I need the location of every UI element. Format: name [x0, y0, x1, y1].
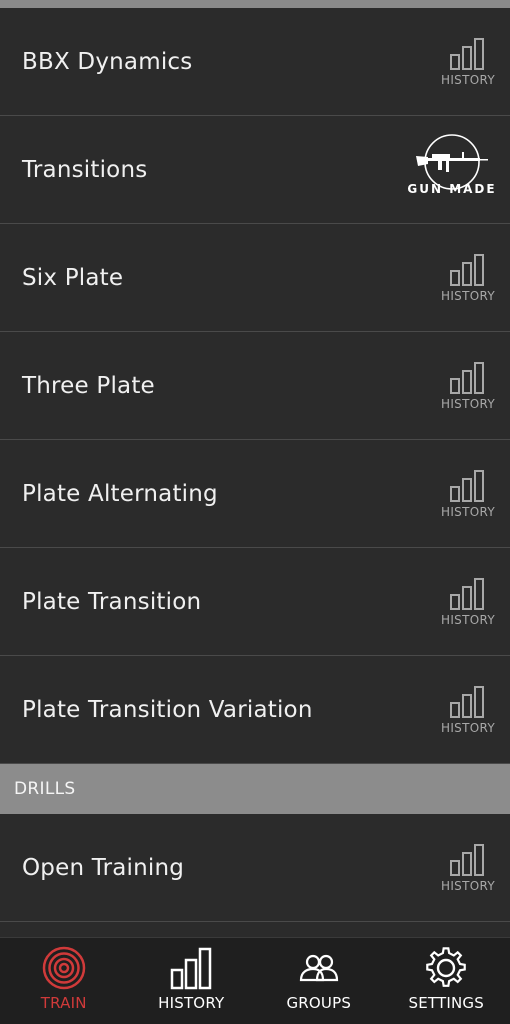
gear-icon [426, 947, 467, 987]
bar-chart-icon [450, 577, 484, 610]
target-icon [42, 946, 85, 990]
list-item-plate-alternating[interactable]: Plate Alternating HISTORY [0, 440, 510, 548]
history-label: HISTORY [441, 612, 495, 627]
history-label: HISTORY [441, 720, 495, 735]
section-header-drills: DRILLS [0, 764, 510, 814]
list-item-plate-transition-variation[interactable]: Plate Transition Variation HISTORY [0, 656, 510, 764]
list-item-three-plate[interactable]: Three Plate HISTORY [0, 332, 510, 440]
bar-chart-icon [450, 253, 484, 286]
list-item-label: Plate Transition [22, 588, 202, 615]
history-button[interactable]: HISTORY [440, 683, 496, 737]
tab-groups[interactable]: GROUPS [255, 938, 383, 1024]
bottom-nav: TRAIN HISTORY GROUPS SETTINGS [0, 937, 510, 1024]
tab-groups-label: GROUPS [286, 994, 352, 1012]
list-item-label: Three Plate [22, 372, 155, 399]
history-label: HISTORY [441, 878, 495, 893]
history-label: HISTORY [441, 396, 495, 411]
history-button[interactable]: HISTORY [440, 35, 496, 89]
list-item-transitions[interactable]: Transitions GUN MADE [0, 116, 510, 224]
list-item-open-training[interactable]: Open Training HISTORY [0, 814, 510, 922]
tab-history[interactable]: HISTORY [128, 938, 256, 1024]
bar-chart-icon [450, 843, 484, 876]
gun-made-logo: GUN MADE [402, 130, 502, 210]
history-button[interactable]: HISTORY [440, 841, 496, 895]
list-item-six-plate[interactable]: Six Plate HISTORY [0, 224, 510, 332]
list-item-label: BBX Dynamics [22, 48, 193, 75]
list-item-label: Six Plate [22, 264, 124, 291]
history-button[interactable]: HISTORY [440, 467, 496, 521]
tab-train-label: TRAIN [40, 994, 87, 1012]
list-item-label: Plate Alternating [22, 480, 218, 507]
bar-chart-icon [450, 361, 484, 394]
list-item-label: Plate Transition Variation [22, 696, 313, 723]
history-label: HISTORY [441, 72, 495, 87]
top-strip [0, 0, 510, 8]
tab-settings[interactable]: SETTINGS [383, 938, 510, 1024]
tab-history-label: HISTORY [158, 994, 225, 1012]
history-button[interactable]: HISTORY [440, 359, 496, 413]
section-label: DRILLS [14, 779, 76, 799]
list-item-label: Transitions [22, 156, 148, 183]
tab-train[interactable]: TRAIN [0, 938, 128, 1024]
rifle-logo-icon [416, 133, 488, 190]
history-button[interactable]: HISTORY [440, 575, 496, 629]
bar-chart-icon [171, 947, 212, 990]
list-item-label: Open Training [22, 854, 185, 881]
bar-chart-icon [450, 685, 484, 718]
logo-text: GUN MADE [407, 181, 497, 196]
list-item-plate-transition[interactable]: Plate Transition HISTORY [0, 548, 510, 656]
history-button[interactable]: HISTORY [440, 251, 496, 305]
bar-chart-icon [450, 469, 484, 502]
tab-settings-label: SETTINGS [408, 994, 484, 1012]
history-label: HISTORY [441, 288, 495, 303]
people-icon [299, 954, 338, 982]
app-screen: BBX Dynamics HISTORY Transitions GUN MAD… [0, 0, 510, 1024]
list-item-bbx-dynamics[interactable]: BBX Dynamics HISTORY [0, 8, 510, 116]
history-label: HISTORY [441, 504, 495, 519]
bar-chart-icon [450, 37, 484, 70]
training-list: BBX Dynamics HISTORY Transitions GUN MAD… [0, 8, 510, 922]
